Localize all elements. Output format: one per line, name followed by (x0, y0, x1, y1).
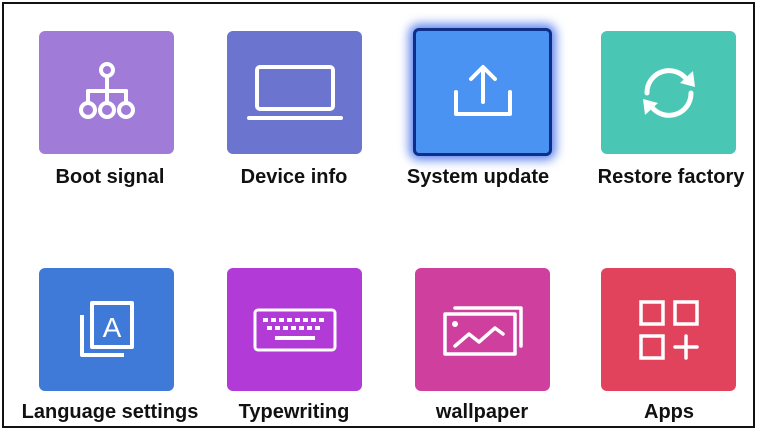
sync-icon (633, 57, 705, 129)
restore-factory-label: Restore factory (597, 166, 745, 188)
device-info-label: Device info (240, 166, 348, 188)
typewriting-label: Typewriting (238, 401, 350, 423)
apps-grid-icon (637, 298, 701, 362)
device-info-tile[interactable] (227, 31, 362, 154)
language-settings-tile[interactable]: A (39, 268, 174, 391)
boot-signal-tile[interactable] (39, 31, 174, 154)
system-update-tile[interactable] (413, 28, 552, 156)
apps-label: Apps (644, 401, 694, 423)
restore-factory-tile[interactable] (601, 31, 736, 154)
upload-icon (448, 62, 518, 122)
wallpaper-label: wallpaper (435, 401, 529, 423)
typewriting-tile[interactable] (227, 268, 362, 391)
svg-text:A: A (102, 312, 121, 343)
apps-tile[interactable] (601, 268, 736, 391)
keyboard-icon (253, 308, 337, 352)
language-a-icon: A (72, 295, 142, 365)
boot-signal-label: Boot signal (55, 166, 165, 188)
wallpaper-tile[interactable] (415, 268, 550, 391)
boot-signal-icon (72, 58, 142, 128)
system-update-label: System update (406, 166, 550, 188)
laptop-icon (246, 63, 343, 123)
wallpaper-icon (441, 302, 525, 358)
language-settings-label: Language settings (21, 401, 199, 423)
